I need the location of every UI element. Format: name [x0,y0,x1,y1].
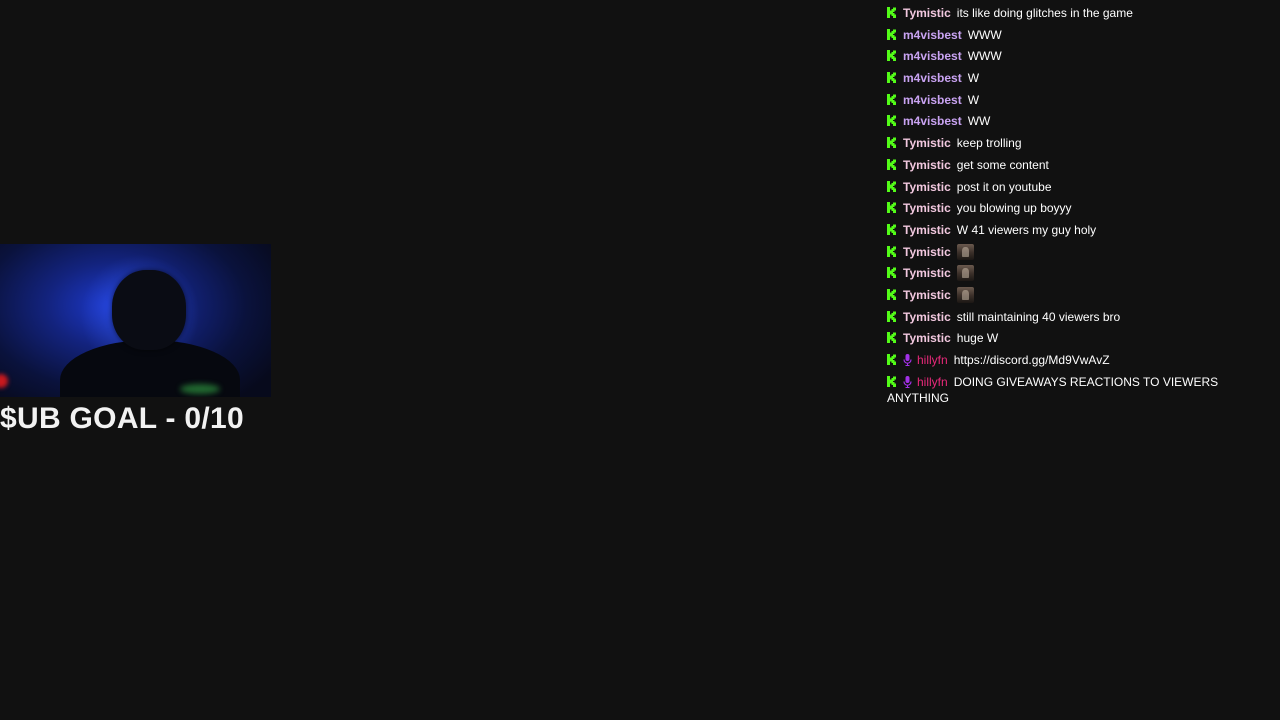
chat-text: WW [967,114,991,129]
chat-message: Tymistic its like doing glitches in the g… [887,4,1267,21]
chat-message: m4visbest WWW [887,47,1267,64]
kick-badge-icon [887,28,897,40]
kick-badge-icon [887,93,897,105]
kick-badge-icon [887,202,897,214]
chat-message: Tymistic still maintaining 40 viewers bro [887,308,1267,325]
chat-text: W [967,92,980,107]
kick-badge-icon [887,310,897,322]
chat-message: hillyfn DOING GIVEAWAYS REACTIONS TO VIEW… [887,373,1267,406]
chat-username[interactable]: Tymistic [903,180,951,194]
chat-username[interactable]: m4visbest [903,28,962,42]
kick-badge-icon [887,50,897,62]
chat-username[interactable]: Tymistic [903,288,951,302]
chat-username[interactable]: hillyfn [917,353,948,367]
chat-username[interactable]: Tymistic [903,310,951,324]
chat-username[interactable]: Tymistic [903,6,951,20]
chat-message: Tymistic [887,243,1267,260]
chat-username[interactable]: Tymistic [903,158,951,172]
chat-text: W [967,71,980,86]
kick-badge-icon [887,115,897,127]
chat-panel: Tymistic its like doing glitches in the g… [887,4,1267,410]
chat-text: W 41 viewers my guy holy [956,222,1097,237]
kick-badge-icon [887,72,897,84]
chat-message: m4visbest W [887,91,1267,108]
kick-badge-icon [887,375,897,387]
chat-emote-icon [956,265,974,282]
kick-badge-icon [887,7,897,18]
chat-message: Tymistic get some content [887,156,1267,173]
chat-text: post it on youtube [956,179,1052,194]
microphone-icon [903,375,912,388]
kick-badge-icon [887,354,897,365]
webcam-red-light [0,374,8,388]
webcam-feed [0,244,271,397]
kick-badge-icon [887,245,897,257]
chat-message: m4visbest W [887,69,1267,86]
chat-text: you blowing up boyyy [956,201,1072,216]
chat-message: Tymistic W 41 viewers my guy holy [887,221,1267,238]
chat-text: keep trolling [956,136,1022,151]
chat-message: Tymistic you blowing up boyyy [887,199,1267,216]
chat-message: Tymistic [887,286,1267,303]
kick-badge-icon [887,332,897,344]
kick-badge-icon [887,288,897,300]
chat-message: hillyfn https://discord.gg/Md9VwAvZ [887,351,1267,368]
chat-username[interactable]: hillyfn [917,375,948,389]
chat-emote-icon [956,243,974,260]
chat-username[interactable]: Tymistic [903,331,951,345]
chat-username[interactable]: Tymistic [903,245,951,259]
chat-message: m4visbest WWW [887,26,1267,43]
kick-badge-icon [887,180,897,192]
chat-text: still maintaining 40 viewers bro [956,309,1121,324]
chat-text: WWW [967,27,1002,42]
chat-message: Tymistic keep trolling [887,134,1267,151]
stream-overlay: $UB GOAL - 0/10 Tymistic its like doing g… [0,0,1280,720]
chat-username[interactable]: Tymistic [903,266,951,280]
chat-text: huge W [956,331,999,346]
chat-message: m4visbest WW [887,112,1267,129]
chat-text: its like doing glitches in the game [956,6,1133,20]
webcam-green-light [180,384,220,394]
chat-username[interactable]: m4visbest [903,71,962,85]
chat-username[interactable]: m4visbest [903,93,962,107]
chat-text[interactable]: https://discord.gg/Md9VwAvZ [954,353,1110,367]
sub-goal-label: $UB GOAL - 0/10 [0,402,245,435]
kick-badge-icon [887,158,897,170]
chat-message: Tymistic huge W [887,329,1267,346]
kick-badge-icon [887,267,897,279]
microphone-icon [903,354,912,366]
chat-message: Tymistic [887,264,1267,282]
kick-badge-icon [887,223,897,235]
chat-username[interactable]: Tymistic [903,223,951,237]
kick-badge-icon [887,137,897,149]
chat-message: Tymistic post it on youtube [887,178,1267,195]
chat-text: WWW [967,49,1002,64]
chat-username[interactable]: m4visbest [903,49,962,63]
chat-username[interactable]: m4visbest [903,114,962,128]
chat-username[interactable]: Tymistic [903,136,951,150]
chat-text: get some content [956,157,1049,172]
chat-emote-icon [956,286,974,303]
chat-username[interactable]: Tymistic [903,201,951,215]
webcam-person-head [112,270,186,350]
